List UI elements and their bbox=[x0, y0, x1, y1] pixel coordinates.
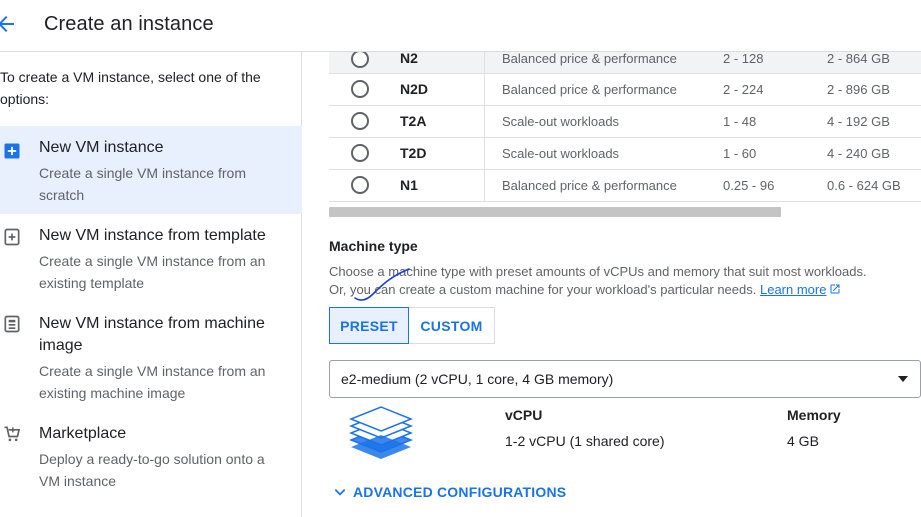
options-intro: To create a VM instance, select one of t… bbox=[0, 69, 261, 107]
option-new-vm-instance[interactable]: New VM instance Create a single VM insta… bbox=[0, 126, 302, 214]
table-row[interactable]: N2D Balanced price & performance 2 - 224… bbox=[329, 74, 921, 106]
series-memory: 2 - 864 GB bbox=[827, 52, 890, 66]
option-new-vm-from-template[interactable]: New VM instance from template Create a s… bbox=[0, 214, 302, 302]
creation-options-panel: To create a VM instance, select one of t… bbox=[0, 52, 302, 517]
machine-series-table: N2 Balanced price & performance 2 - 128 … bbox=[329, 52, 921, 202]
template-add-icon bbox=[4, 228, 20, 246]
series-vcpus: 2 - 224 bbox=[723, 82, 764, 97]
option-marketplace[interactable]: Marketplace Deploy a ready-to-go solutio… bbox=[0, 412, 302, 502]
add-box-icon bbox=[4, 143, 20, 159]
option-title: New VM instance from template bbox=[39, 227, 266, 244]
series-radio[interactable] bbox=[351, 52, 369, 68]
series-vcpus: 0.25 - 96 bbox=[723, 178, 775, 193]
series-description: Balanced price & performance bbox=[502, 82, 677, 97]
option-description: Create a single VM instance from an exis… bbox=[39, 363, 266, 401]
vcpu-value: 1-2 vCPU (1 shared core) bbox=[505, 433, 665, 449]
option-description: Create a single VM instance from an exis… bbox=[39, 253, 266, 291]
machine-image-icon bbox=[4, 315, 20, 333]
series-vcpus: 1 - 48 bbox=[723, 114, 757, 129]
page-title: Create an instance bbox=[44, 13, 214, 35]
advanced-configurations-toggle[interactable]: ADVANCED CONFIGURATIONS bbox=[333, 484, 566, 500]
dropdown-arrow-icon bbox=[898, 376, 908, 382]
table-row[interactable]: T2D Scale-out workloads 1 - 60 4 - 240 G… bbox=[329, 138, 921, 170]
series-memory: 0.6 - 624 GB bbox=[827, 178, 901, 193]
machine-type-select[interactable]: e2-medium (2 vCPU, 1 core, 4 GB memory) bbox=[329, 360, 921, 398]
series-memory: 2 - 896 GB bbox=[827, 82, 890, 97]
cart-icon bbox=[4, 426, 21, 442]
back-arrow-icon[interactable] bbox=[0, 12, 18, 36]
memory-label: Memory bbox=[787, 407, 841, 423]
machine-stack-icon bbox=[348, 406, 414, 459]
vcpu-label: vCPU bbox=[505, 407, 543, 423]
machine-type-toggle: PRESET CUSTOM bbox=[329, 307, 495, 344]
series-radio[interactable] bbox=[351, 144, 369, 162]
series-description: Scale-out workloads bbox=[502, 146, 620, 161]
advanced-configurations-label: ADVANCED CONFIGURATIONS bbox=[353, 484, 567, 500]
column-divider bbox=[484, 138, 485, 170]
series-radio[interactable] bbox=[351, 112, 369, 130]
option-description: Deploy a ready-to-go solution onto a VM … bbox=[39, 451, 265, 489]
series-name: T2D bbox=[400, 145, 427, 161]
column-divider bbox=[484, 170, 485, 202]
series-description: Balanced price & performance bbox=[502, 52, 677, 66]
machine-type-selected-value: e2-medium (2 vCPU, 1 core, 4 GB memory) bbox=[341, 371, 614, 387]
chevron-down-icon bbox=[334, 489, 346, 496]
external-link-icon bbox=[830, 284, 840, 294]
learn-more-link[interactable]: Learn more bbox=[760, 282, 826, 297]
column-divider bbox=[484, 52, 485, 74]
horizontal-scrollbar[interactable] bbox=[329, 207, 781, 217]
series-radio[interactable] bbox=[351, 80, 369, 98]
series-description: Balanced price & performance bbox=[502, 178, 677, 193]
option-title: New VM instance from machine image bbox=[39, 315, 265, 354]
table-row[interactable]: N2 Balanced price & performance 2 - 128 … bbox=[329, 52, 921, 74]
option-new-vm-from-machine-image[interactable]: New VM instance from machine image Creat… bbox=[0, 302, 302, 412]
machine-type-heading: Machine type bbox=[329, 238, 418, 254]
machine-configuration: N2 Balanced price & performance 2 - 128 … bbox=[303, 52, 921, 517]
series-name: N2 bbox=[400, 52, 418, 66]
series-vcpus: 1 - 60 bbox=[723, 146, 757, 161]
custom-tab-button[interactable]: CUSTOM bbox=[409, 308, 494, 343]
memory-value: 4 GB bbox=[787, 433, 819, 449]
pen-scribble-annotation bbox=[354, 268, 410, 301]
column-divider bbox=[484, 74, 485, 106]
series-vcpus: 2 - 128 bbox=[723, 52, 764, 66]
series-name: N2D bbox=[400, 81, 429, 97]
table-row[interactable]: T2A Scale-out workloads 1 - 48 4 - 192 G… bbox=[329, 106, 921, 138]
option-description: Create a single VM instance from scratch bbox=[39, 165, 246, 203]
series-memory: 4 - 192 GB bbox=[827, 114, 890, 129]
option-title: New VM instance bbox=[39, 139, 164, 156]
table-row[interactable]: N1 Balanced price & performance 0.25 - 9… bbox=[329, 170, 921, 202]
series-name: T2A bbox=[400, 113, 427, 129]
column-divider bbox=[484, 106, 485, 138]
option-title: Marketplace bbox=[39, 425, 127, 442]
preset-tab-button[interactable]: PRESET bbox=[329, 307, 409, 344]
series-name: N1 bbox=[400, 177, 418, 193]
series-radio[interactable] bbox=[351, 176, 369, 194]
top-bar: Create an instance bbox=[0, 0, 921, 52]
series-memory: 4 - 240 GB bbox=[827, 146, 890, 161]
series-description: Scale-out workloads bbox=[502, 114, 620, 129]
